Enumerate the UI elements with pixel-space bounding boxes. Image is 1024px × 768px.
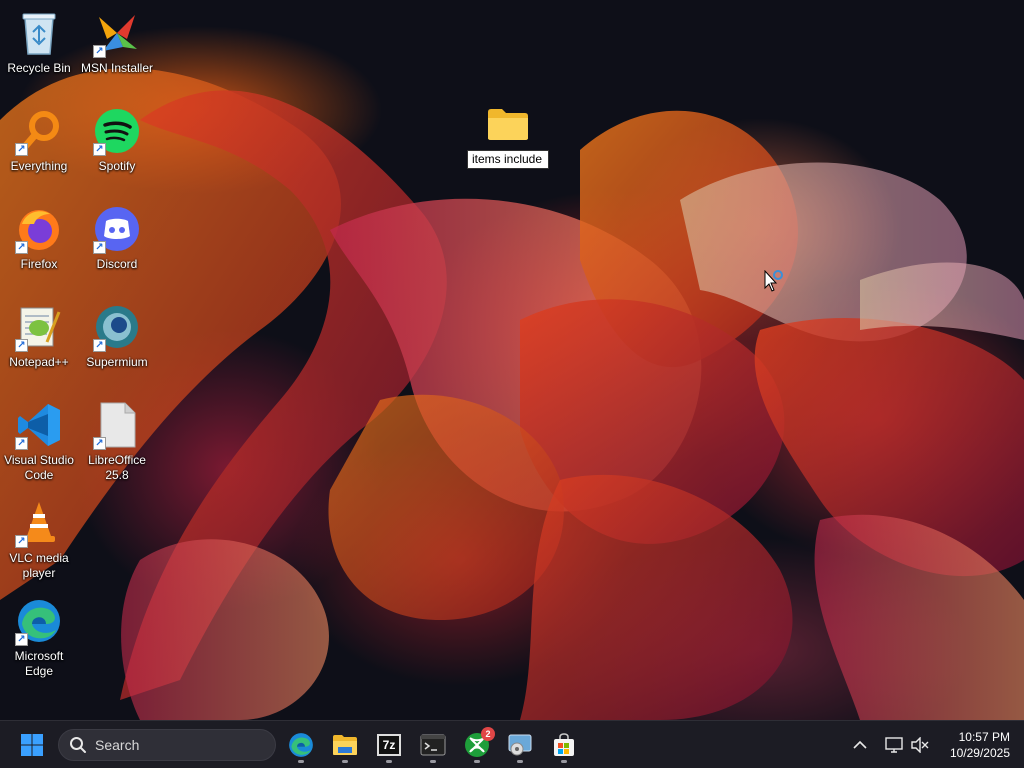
search-label: Search (95, 737, 140, 753)
network-icon (885, 737, 903, 753)
file-explorer-icon (333, 735, 357, 755)
desktop-icon-everything[interactable]: ↗ Everything (0, 102, 78, 198)
desktop-icon-label: MSN Installer (80, 61, 154, 75)
desktop-icon-spotify[interactable]: ↗ Spotify (78, 102, 156, 198)
desktop-icon-label: Visual Studio Code (4, 453, 74, 482)
vlc-icon: ↗ (14, 498, 64, 548)
desktop-icon-edge[interactable]: ↗ Microsoft Edge (0, 592, 78, 688)
edge-icon: ↗ (14, 596, 64, 646)
taskbar-app-disk-utility[interactable] (500, 725, 540, 765)
volume-muted-icon (911, 737, 929, 753)
shortcut-arrow-icon: ↗ (15, 241, 28, 254)
taskbar-app-file-explorer[interactable] (325, 725, 365, 765)
taskbar-app-7zip[interactable]: 7z (369, 725, 409, 765)
running-indicator (561, 760, 567, 763)
shortcut-arrow-icon: ↗ (93, 143, 106, 156)
mouse-cursor-busy-icon (764, 270, 783, 292)
tray-overflow-button[interactable] (842, 725, 878, 765)
start-button[interactable] (12, 725, 52, 765)
desktop-icon-label: Spotify (98, 159, 136, 173)
windows-start-icon (21, 734, 43, 756)
chevron-up-icon (853, 740, 867, 749)
running-indicator (298, 760, 304, 763)
tray-volume-button[interactable] (906, 725, 934, 765)
desktop[interactable]: Recycle Bin ↗ MSN Installer ↗ Everything (0, 0, 1024, 720)
taskbar-search-box[interactable]: Search (58, 729, 276, 761)
desktop-icon-label: Supermium (86, 355, 148, 369)
supermium-icon: ↗ (92, 302, 142, 352)
firefox-icon: ↗ (14, 204, 64, 254)
desktop-icon-label: Everything (10, 159, 68, 173)
terminal-icon (420, 734, 446, 756)
desktop-icon-notepadpp[interactable]: ↗ Notepad++ (0, 298, 78, 394)
shortcut-arrow-icon: ↗ (93, 241, 106, 254)
edge-icon (289, 733, 313, 757)
desktop-icon-label: Microsoft Edge (14, 649, 64, 678)
notepadpp-icon: ↗ (14, 302, 64, 352)
shortcut-arrow-icon: ↗ (15, 143, 28, 156)
libreoffice-icon: ↗ (92, 400, 142, 450)
taskbar-clock[interactable]: 10:57 PM 10/29/2025 (936, 729, 1010, 761)
spotify-icon: ↗ (92, 106, 142, 156)
taskbar-app-edge[interactable] (281, 725, 321, 765)
desktop-icon-label: Firefox (20, 257, 58, 271)
desktop-icon-discord[interactable]: ↗ Discord (78, 200, 156, 296)
running-indicator (430, 760, 436, 763)
taskbar-app-xbox[interactable]: 2 (457, 725, 497, 765)
shortcut-arrow-icon: ↗ (15, 633, 28, 646)
running-indicator (474, 760, 480, 763)
msn-icon: ↗ (92, 8, 142, 58)
shortcut-arrow-icon: ↗ (15, 535, 28, 548)
shortcut-arrow-icon: ↗ (93, 437, 106, 450)
desktop-icon-vscode[interactable]: ↗ Visual Studio Code (0, 396, 78, 492)
desktop-icon-label: Recycle Bin (7, 61, 71, 75)
shortcut-arrow-icon: ↗ (93, 339, 106, 352)
desktop-icon-label: Notepad++ (9, 355, 69, 369)
store-icon (554, 733, 574, 756)
folder-rename-input[interactable]: items include (467, 150, 549, 169)
running-indicator (386, 760, 392, 763)
clock-time: 10:57 PM (958, 730, 1010, 744)
disk-utility-icon (508, 734, 532, 756)
desktop-icon-msn-installer[interactable]: ↗ MSN Installer (78, 4, 156, 100)
tray-network-button[interactable] (880, 725, 908, 765)
discord-icon: ↗ (92, 204, 142, 254)
notification-badge: 2 (481, 727, 495, 741)
taskbar-app-terminal[interactable] (413, 725, 453, 765)
desktop-icon-label: LibreOffice 25.8 (88, 453, 146, 482)
7zip-icon: 7z (377, 734, 401, 756)
desktop-icon-label: VLC media player (9, 551, 69, 580)
recycle-bin-icon (14, 8, 64, 58)
search-icon (70, 737, 86, 753)
running-indicator (517, 760, 523, 763)
running-indicator (342, 760, 348, 763)
clock-date: 10/29/2025 (949, 746, 1010, 760)
desktop-icon-supermium[interactable]: ↗ Supermium (78, 298, 156, 394)
everything-search-icon: ↗ (14, 106, 64, 156)
desktop-icon-libreoffice[interactable]: ↗ LibreOffice 25.8 (78, 396, 156, 492)
shortcut-arrow-icon: ↗ (15, 339, 28, 352)
folder-icon (488, 109, 528, 140)
desktop-icon-label: Discord (96, 257, 138, 271)
desktop-folder-renaming[interactable]: items include (466, 106, 550, 176)
taskbar-app-store[interactable] (544, 725, 584, 765)
desktop-icon-recycle-bin[interactable]: Recycle Bin (0, 4, 78, 100)
shortcut-arrow-icon: ↗ (15, 437, 28, 450)
desktop-icon-firefox[interactable]: ↗ Firefox (0, 200, 78, 296)
desktop-icon-vlc[interactable]: ↗ VLC media player (0, 494, 78, 590)
vscode-icon: ↗ (14, 400, 64, 450)
taskbar: Search 7z 2 10:57 PM 10/29/2025 (0, 720, 1024, 768)
shortcut-arrow-icon: ↗ (93, 45, 106, 58)
